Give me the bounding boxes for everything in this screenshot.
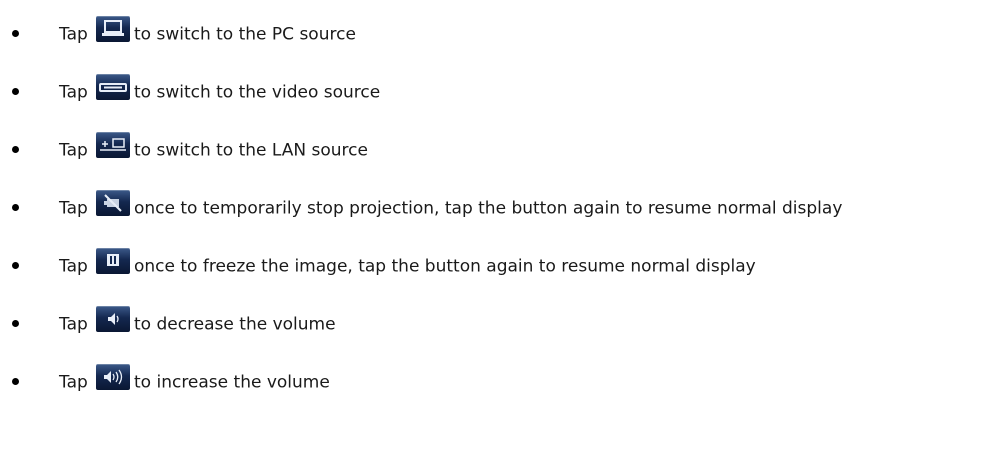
list-item-text: once to freeze the image, tap the button… [134, 256, 756, 277]
video-source-icon [96, 74, 130, 100]
instruction-list: Tap to switch to the PC source Tap to sw… [0, 0, 998, 458]
volume-up-icon [96, 364, 130, 390]
list-item-text: to switch to the video source [134, 82, 381, 103]
tap-label: Tap [59, 82, 88, 103]
list-item-text: to switch to the LAN source [134, 140, 368, 161]
volume-down-icon [96, 306, 130, 332]
bullet-icon [12, 204, 19, 211]
list-item-text: once to temporarily stop projection, tap… [134, 198, 843, 219]
tap-label: Tap [59, 256, 88, 277]
blank-screen-icon [96, 190, 130, 216]
list-item-text: to decrease the volume [134, 314, 336, 335]
bullet-icon [12, 378, 19, 385]
tap-label: Tap [59, 372, 88, 393]
bullet-icon [12, 262, 19, 269]
freeze-icon [96, 248, 130, 274]
bullet-icon [12, 30, 19, 37]
list-item-text: to switch to the PC source [134, 24, 356, 45]
lan-source-icon [96, 132, 130, 158]
pc-source-icon [96, 16, 130, 42]
bullet-icon [12, 146, 19, 153]
bullet-icon [12, 88, 19, 95]
tap-label: Tap [59, 314, 88, 335]
tap-label: Tap [59, 198, 88, 219]
bullet-icon [12, 320, 19, 327]
list-item-text: to increase the volume [134, 372, 330, 393]
tap-label: Tap [59, 140, 88, 161]
tap-label: Tap [59, 24, 88, 45]
